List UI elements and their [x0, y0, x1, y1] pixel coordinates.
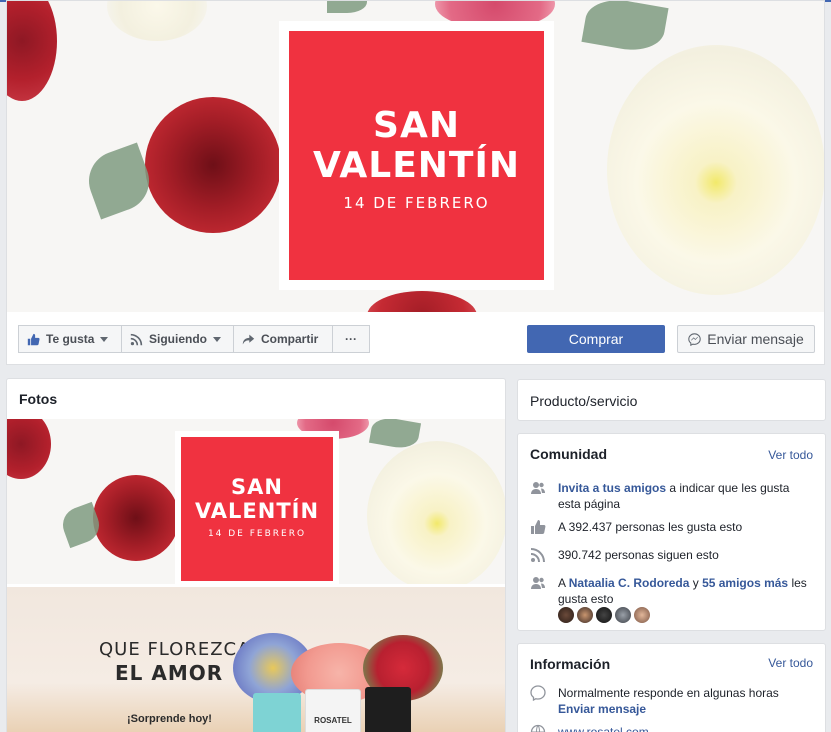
- send-message-button[interactable]: Enviar mensaje: [677, 325, 815, 353]
- friend-avatars: [558, 607, 650, 623]
- follows-count-text: 390.742 personas siguen esto: [558, 548, 719, 562]
- following-label: Siguiendo: [149, 332, 207, 346]
- red-flower: [145, 97, 281, 233]
- cover-title: SAN: [373, 105, 460, 146]
- invite-friends-link[interactable]: Invita a tus amigos: [558, 481, 666, 495]
- avatar[interactable]: [558, 607, 574, 623]
- photo-title: SAN: [231, 475, 283, 499]
- photo-thumbnail[interactable]: QUE FLOREZCA EL AMOR ¡Sorprende hoy! ROS…: [7, 587, 505, 732]
- following-button[interactable]: Siguiendo: [121, 325, 234, 353]
- avatar[interactable]: [634, 607, 650, 623]
- invite-friends-icon: [531, 482, 545, 494]
- response-time-text: Normalmente responde en algunas horas: [558, 686, 779, 700]
- photos-card: Fotos SAN VALENTÍN 14 DE FEBRERO QUE FLO…: [6, 378, 506, 732]
- chevron-down-icon: [213, 336, 221, 342]
- friends-icon: [531, 577, 545, 589]
- photo-headline: QUE FLOREZCA: [99, 639, 251, 660]
- more-button[interactable]: ···: [332, 325, 370, 353]
- invite-row: Invita a tus amigos a indicar que les gu…: [530, 480, 810, 512]
- photo-tagline: ¡Sorprende hoy!: [127, 713, 212, 725]
- category-label: Producto/servicio: [530, 393, 638, 409]
- website-link[interactable]: www.rosatel.com: [558, 724, 649, 732]
- cover-badge: SAN VALENTÍN 14 DE FEBRERO: [279, 21, 554, 290]
- thumbs-up-icon: [531, 520, 546, 534]
- follows-row: 390.742 personas siguen esto: [530, 547, 810, 563]
- friend-name-link[interactable]: Nataalia C. Rodoreda: [569, 576, 690, 590]
- cover-photo[interactable]: SAN VALENTÍN 14 DE FEBRERO: [6, 0, 825, 312]
- thumbs-up-icon: [27, 333, 40, 345]
- photo-subtitle: 14 DE FEBRERO: [207, 529, 307, 539]
- share-arrow-icon: [242, 334, 255, 344]
- white-flower: [367, 441, 505, 584]
- friends-row: A Nataalia C. Rodoreda y 55 amigos más l…: [530, 575, 810, 607]
- gift-box: ROSATEL: [305, 689, 361, 732]
- leaf: [581, 1, 669, 56]
- page-action-bar: Te gusta Siguiendo Compartir ··· Comprar…: [6, 312, 825, 365]
- send-message-label: Enviar mensaje: [707, 331, 804, 347]
- community-card: Comunidad Ver todo Invita a tus amigos a…: [517, 433, 826, 631]
- gift-box: [365, 687, 411, 732]
- like-button[interactable]: Te gusta: [18, 325, 122, 353]
- avatar[interactable]: [577, 607, 593, 623]
- red-flower: [7, 1, 57, 101]
- info-see-all-link[interactable]: Ver todo: [768, 656, 813, 670]
- share-label: Compartir: [261, 332, 319, 346]
- likes-count-text: A 392.437 personas les gusta esto: [558, 520, 743, 534]
- leaf: [327, 1, 367, 13]
- photo-headline-2: EL AMOR: [115, 661, 224, 685]
- white-flower: [607, 45, 824, 295]
- avatar[interactable]: [596, 607, 612, 623]
- info-title: Información: [530, 656, 611, 672]
- like-label: Te gusta: [46, 332, 95, 346]
- send-message-link[interactable]: Enviar mensaje: [558, 702, 646, 716]
- photo-title-2: VALENTÍN: [194, 499, 320, 523]
- cover-subtitle: 14 DE FEBRERO: [343, 194, 490, 212]
- photos-title[interactable]: Fotos: [19, 391, 57, 407]
- community-see-all-link[interactable]: Ver todo: [768, 448, 813, 462]
- website-row: www.rosatel.com: [530, 724, 810, 732]
- avatar[interactable]: [615, 607, 631, 623]
- messenger-icon: [688, 332, 701, 346]
- likes-row: A 392.437 personas les gusta esto: [530, 519, 810, 535]
- info-card: Información Ver todo Normalmente respond…: [517, 643, 826, 732]
- red-flower: [93, 475, 179, 561]
- more-icon: ···: [345, 332, 357, 346]
- rss-icon: [530, 548, 545, 563]
- photo-thumbnail[interactable]: SAN VALENTÍN 14 DE FEBRERO: [7, 419, 505, 584]
- chevron-down-icon: [100, 336, 109, 342]
- messenger-icon: [530, 685, 546, 701]
- white-flower: [107, 1, 207, 41]
- cover-title-2: VALENTÍN: [312, 145, 521, 186]
- community-title: Comunidad: [530, 446, 607, 462]
- gift-box: [253, 693, 301, 732]
- more-friends-link[interactable]: 55 amigos más: [702, 576, 788, 590]
- brand-label: ROSATEL: [314, 716, 352, 725]
- red-flower: [7, 419, 51, 479]
- buy-button[interactable]: Comprar: [527, 325, 665, 353]
- red-flower: [367, 291, 477, 312]
- globe-icon: [530, 724, 546, 732]
- photo-badge: SAN VALENTÍN 14 DE FEBRERO: [175, 431, 339, 584]
- rss-icon: [130, 333, 143, 345]
- share-button[interactable]: Compartir: [233, 325, 333, 353]
- category-card[interactable]: Producto/servicio: [517, 379, 826, 421]
- response-row: Normalmente responde en algunas horas En…: [530, 685, 810, 717]
